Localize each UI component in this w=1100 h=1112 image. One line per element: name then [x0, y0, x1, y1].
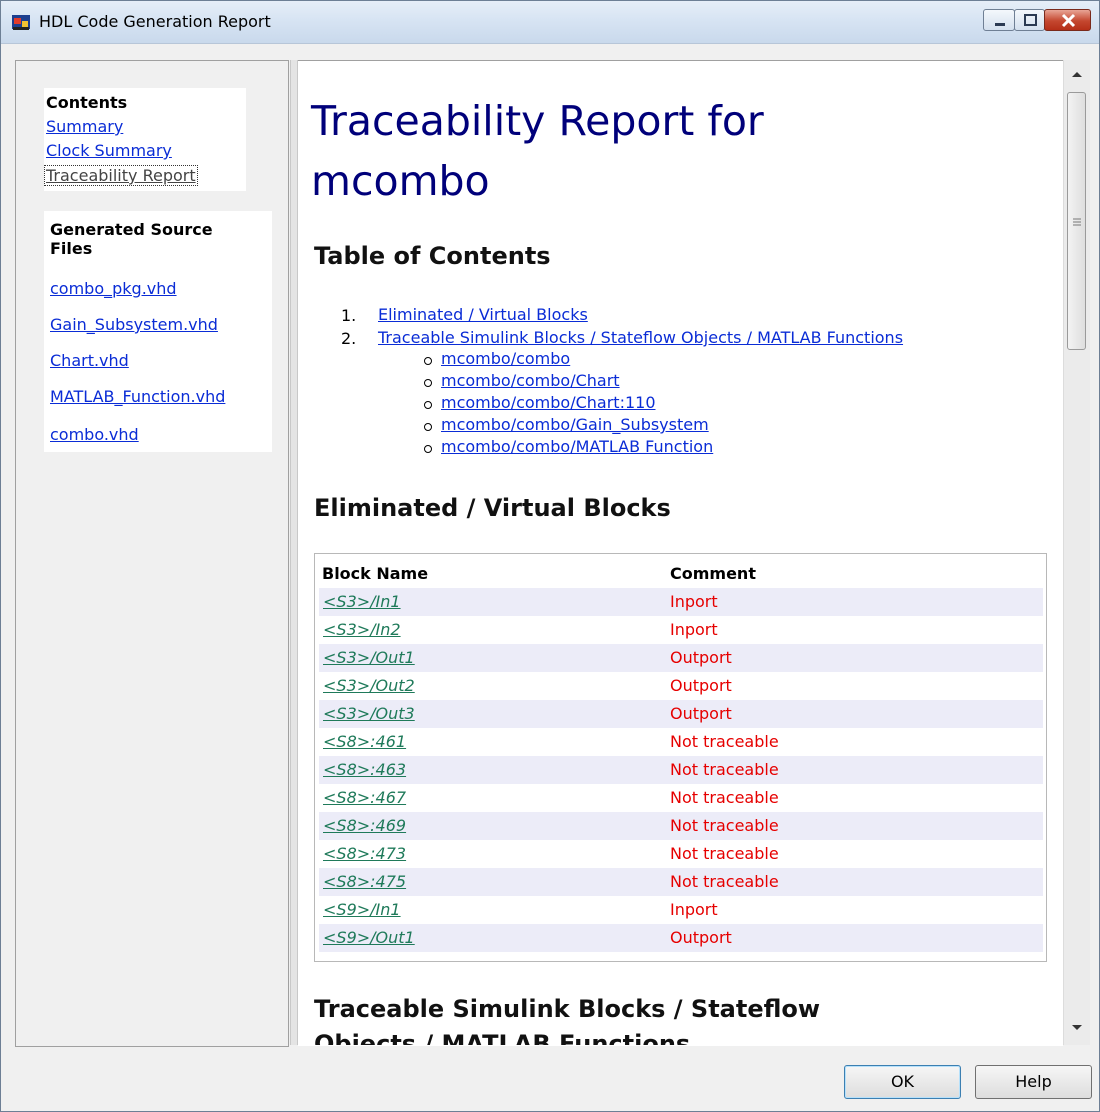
block-link[interactable]: <S8>:473: [323, 844, 406, 863]
traceable-heading-line1: Traceable Simulink Blocks / Stateflow: [314, 995, 821, 1023]
block-link[interactable]: <S8>:475: [323, 872, 406, 891]
block-link[interactable]: <S3>/In1: [323, 592, 401, 611]
block-link[interactable]: <S8>:467: [323, 788, 406, 807]
report-title-line2: mcombo: [311, 157, 490, 205]
table-row: <S8>:461 Not traceable: [319, 728, 1043, 756]
nav-link-clock-summary[interactable]: Clock Summary: [46, 141, 172, 160]
file-link-matlab-function[interactable]: MATLAB_Function.vhd: [50, 387, 225, 406]
toc-number: 1.: [341, 306, 357, 325]
toc-sublink[interactable]: mcombo/combo/Chart:110: [441, 393, 656, 412]
contents-box: Contents Summary Clock Summary Traceabil…: [44, 88, 246, 191]
pane-splitter[interactable]: [290, 60, 298, 1045]
toc-number: 2.: [341, 329, 357, 348]
file-link-combo-pkg[interactable]: combo_pkg.vhd: [50, 279, 177, 298]
eliminated-heading: Eliminated / Virtual Blocks: [314, 494, 671, 522]
vertical-scrollbar[interactable]: [1063, 60, 1090, 1045]
nav-link-summary[interactable]: Summary: [46, 117, 123, 136]
maximize-button[interactable]: [1014, 9, 1045, 31]
table-row: <S3>/Out1 Outport: [319, 644, 1043, 672]
comment-cell: Not traceable: [670, 760, 779, 779]
report-title-line1: Traceability Report for: [311, 97, 764, 145]
close-icon: [1061, 13, 1076, 28]
file-link-gain-subsystem[interactable]: Gain_Subsystem.vhd: [50, 315, 218, 334]
grip-icon: [1073, 218, 1081, 226]
block-link[interactable]: <S8>:463: [323, 760, 406, 779]
table-row: <S8>:463 Not traceable: [319, 756, 1043, 784]
comment-cell: Not traceable: [670, 872, 779, 891]
files-title-line1: Generated Source: [50, 220, 213, 239]
block-link[interactable]: <S8>:461: [323, 732, 406, 751]
eliminated-blocks-table: Block Name Comment <S3>/In1 Inport <S3>/I…: [314, 553, 1047, 962]
file-link-chart[interactable]: Chart.vhd: [50, 351, 129, 370]
file-link-combo[interactable]: combo.vhd: [50, 425, 139, 444]
toc-link-traceable[interactable]: Traceable Simulink Blocks / Stateflow Ob…: [378, 328, 903, 347]
files-title-line2: Files: [50, 239, 93, 258]
comment-cell: Not traceable: [670, 844, 779, 863]
toc-heading: Table of Contents: [314, 242, 551, 270]
table-row: <S3>/Out2 Outport: [319, 672, 1043, 700]
minimize-button[interactable]: [983, 9, 1015, 31]
table-row: <S9>/Out1 Outport: [319, 924, 1043, 952]
report-window: HDL Code Generation Report Contents Summ…: [0, 0, 1100, 1112]
minimize-icon: [995, 23, 1005, 26]
comment-cell: Inport: [670, 592, 718, 611]
nav-link-traceability-report[interactable]: Traceability Report: [44, 165, 198, 186]
close-button[interactable]: [1044, 9, 1091, 31]
toc-sublink[interactable]: mcombo/combo/Chart: [441, 371, 620, 390]
contents-title: Contents: [46, 93, 128, 112]
table-header-comment: Comment: [670, 564, 756, 583]
scrollbar-thumb[interactable]: [1067, 92, 1086, 350]
bullet-icon: [424, 379, 432, 387]
table-row: <S8>:469 Not traceable: [319, 812, 1043, 840]
block-link[interactable]: <S3>/Out3: [323, 704, 415, 723]
table-header-block-name: Block Name: [322, 564, 429, 583]
toc-link-eliminated[interactable]: Eliminated / Virtual Blocks: [378, 305, 588, 324]
comment-cell: Not traceable: [670, 788, 779, 807]
block-link[interactable]: <S3>/In2: [323, 620, 401, 639]
block-link[interactable]: <S3>/Out2: [323, 676, 415, 695]
scroll-up-arrow-icon[interactable]: [1071, 70, 1083, 78]
comment-cell: Inport: [670, 620, 718, 639]
block-link[interactable]: <S9>/Out1: [323, 928, 415, 947]
block-link[interactable]: <S8>:469: [323, 816, 406, 835]
block-link[interactable]: <S9>/In1: [323, 900, 401, 919]
table-row: <S9>/In1 Inport: [319, 896, 1043, 924]
table-row: <S8>:467 Not traceable: [319, 784, 1043, 812]
navigation-pane: [15, 60, 289, 1047]
title-bar[interactable]: HDL Code Generation Report: [1, 1, 1099, 44]
comment-cell: Inport: [670, 900, 718, 919]
bullet-icon: [424, 357, 432, 365]
toc-sublink[interactable]: mcombo/combo/MATLAB Function: [441, 437, 713, 456]
help-button[interactable]: Help: [975, 1065, 1092, 1099]
table-row: <S3>/In2 Inport: [319, 616, 1043, 644]
window-title: HDL Code Generation Report: [39, 12, 271, 31]
traceable-heading-clip: Objects / MATLAB Functions: [314, 1029, 1054, 1045]
scroll-down-arrow-icon[interactable]: [1071, 1024, 1083, 1032]
table-row: <S3>/Out3 Outport: [319, 700, 1043, 728]
comment-cell: Outport: [670, 648, 732, 667]
bullet-icon: [424, 401, 432, 409]
bullet-icon: [424, 423, 432, 431]
comment-cell: Outport: [670, 928, 732, 947]
bullet-icon: [424, 445, 432, 453]
comment-cell: Outport: [670, 676, 732, 695]
generated-files-box: Generated Source Files combo_pkg.vhd Gai…: [44, 211, 272, 452]
table-row: <S8>:473 Not traceable: [319, 840, 1043, 868]
traceable-heading-line2: Objects / MATLAB Functions: [314, 1030, 691, 1045]
toc-sublink[interactable]: mcombo/combo/Gain_Subsystem: [441, 415, 709, 434]
comment-cell: Outport: [670, 704, 732, 723]
simulink-app-icon: [12, 15, 30, 30]
toc-sublink[interactable]: mcombo/combo: [441, 349, 570, 368]
comment-cell: Not traceable: [670, 732, 779, 751]
ok-button[interactable]: OK: [844, 1065, 961, 1099]
table-row: <S3>/In1 Inport: [319, 588, 1043, 616]
comment-cell: Not traceable: [670, 816, 779, 835]
maximize-icon: [1024, 14, 1037, 26]
table-row: <S8>:475 Not traceable: [319, 868, 1043, 896]
block-link[interactable]: <S3>/Out1: [323, 648, 415, 667]
